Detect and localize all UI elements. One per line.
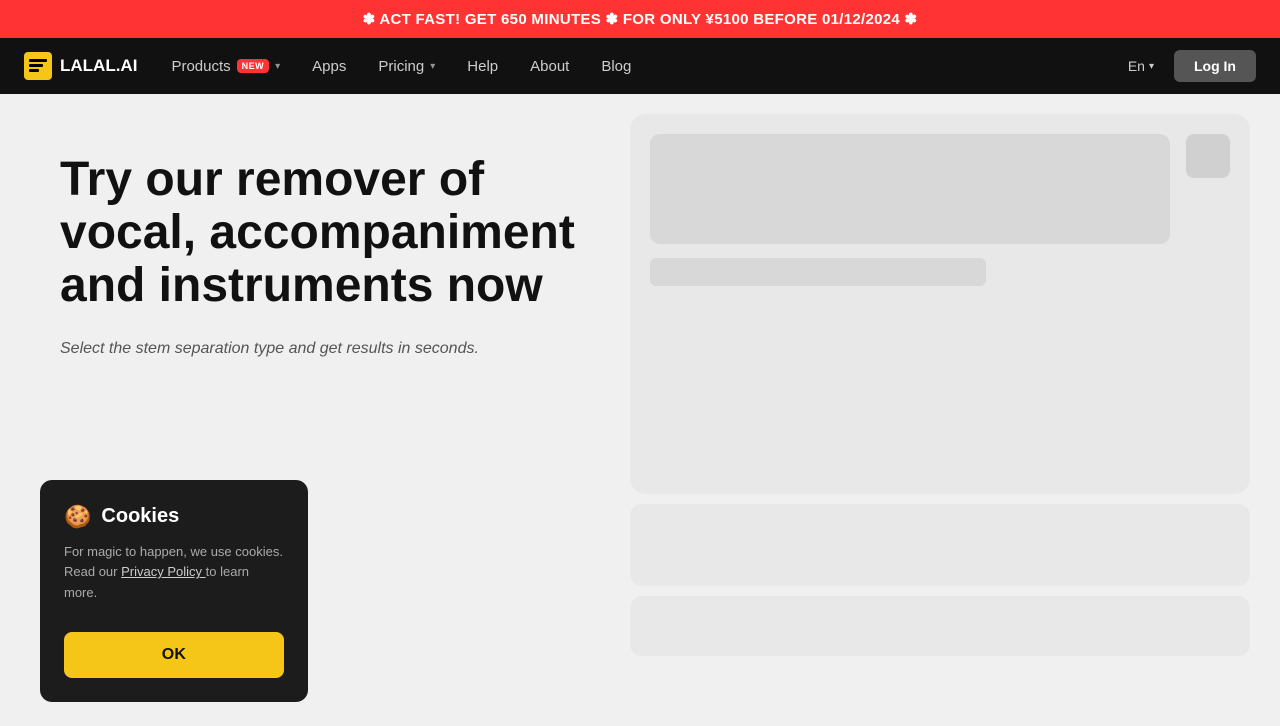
cookie-title: Cookies [101, 505, 179, 528]
nav-item-help[interactable]: Help [453, 50, 512, 83]
upload-icon-placeholder [1186, 134, 1230, 178]
upload-card[interactable] [630, 114, 1250, 494]
hero-subtitle: Select the stem separation type and get … [60, 336, 580, 362]
nav-item-about[interactable]: About [516, 50, 583, 83]
promo-text: ✽ ACT FAST! GET 650 MINUTES ✽ FOR ONLY ¥… [363, 11, 918, 28]
skeleton-card-2 [630, 596, 1250, 656]
skeleton-subtitle [650, 258, 986, 286]
language-label: En [1128, 58, 1145, 74]
cookie-header: 🍪 Cookies [64, 504, 284, 530]
cookie-text: For magic to happen, we use cookies. Rea… [64, 542, 284, 604]
skeleton-waveform-top [650, 134, 1170, 244]
logo-text: LALAL.AI [60, 56, 137, 76]
promo-banner: ✽ ACT FAST! GET 650 MINUTES ✽ FOR ONLY ¥… [0, 0, 1280, 38]
nav-pricing-label: Pricing [378, 58, 424, 75]
nav-apps-label: Apps [312, 58, 346, 75]
language-selector[interactable]: En ▾ [1118, 52, 1164, 80]
cookie-ok-button[interactable]: OK [64, 632, 284, 678]
hero-title: Try our remover of vocal, accompaniment … [60, 154, 580, 312]
products-chevron-icon: ▾ [275, 61, 280, 72]
content-right [620, 94, 1280, 726]
cookie-icon: 🍪 [64, 504, 91, 530]
nav-item-apps[interactable]: Apps [298, 50, 360, 83]
logo-icon [24, 52, 52, 80]
hero-left: Try our remover of vocal, accompaniment … [0, 94, 620, 726]
privacy-policy-link[interactable]: Privacy Policy [121, 564, 206, 579]
nav-products-label: Products [171, 58, 230, 75]
lang-chevron-icon: ▾ [1149, 61, 1154, 72]
logo-link[interactable]: LALAL.AI [24, 52, 137, 80]
nav-item-blog[interactable]: Blog [587, 50, 645, 83]
nav-blog-label: Blog [601, 58, 631, 75]
skeleton-card-1 [630, 504, 1250, 586]
nav-item-products[interactable]: Products NEW ▾ [157, 50, 294, 83]
products-new-badge: NEW [237, 59, 270, 73]
nav-right: En ▾ Log In [1118, 50, 1256, 82]
bottom-cards [630, 504, 1250, 656]
nav-item-pricing[interactable]: Pricing ▾ [364, 50, 449, 83]
login-button[interactable]: Log In [1174, 50, 1256, 82]
main-area: Try our remover of vocal, accompaniment … [0, 94, 1280, 726]
nav-about-label: About [530, 58, 569, 75]
nav-help-label: Help [467, 58, 498, 75]
cookie-banner: 🍪 Cookies For magic to happen, we use co… [40, 480, 308, 702]
pricing-chevron-icon: ▾ [430, 61, 435, 72]
main-nav: LALAL.AI Products NEW ▾ Apps Pricing ▾ H… [0, 38, 1280, 94]
nav-items: Products NEW ▾ Apps Pricing ▾ Help About… [157, 50, 1117, 83]
